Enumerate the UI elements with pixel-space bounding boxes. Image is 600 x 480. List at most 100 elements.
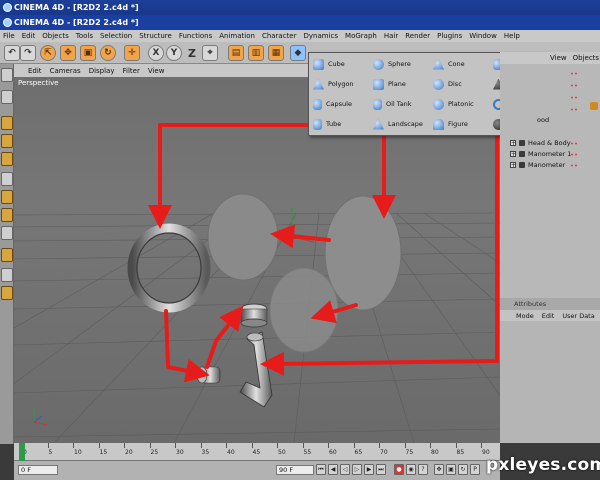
menu-window[interactable]: Window bbox=[469, 32, 497, 40]
menu-item-tube[interactable]: Tube bbox=[313, 115, 341, 133]
key-scale-icon[interactable]: ▣ bbox=[446, 464, 456, 475]
timeline-tick-mark bbox=[200, 443, 202, 448]
menu-plugins[interactable]: Plugins bbox=[437, 32, 462, 40]
key-rotation-icon[interactable]: ↻ bbox=[458, 464, 468, 475]
tag-icon[interactable] bbox=[590, 102, 598, 110]
document-icon bbox=[3, 18, 12, 27]
scale-tool-icon[interactable]: ▣ bbox=[80, 45, 96, 61]
use-model-icon[interactable] bbox=[1, 90, 13, 104]
axis-mode-icon[interactable] bbox=[1, 226, 13, 240]
render-picture-viewer-icon[interactable]: ▥ bbox=[248, 45, 264, 61]
menu-item-capsule[interactable]: Capsule bbox=[313, 95, 352, 113]
menu-character[interactable]: Character bbox=[262, 32, 297, 40]
attributes-menu-user-data[interactable]: User Data bbox=[562, 312, 594, 320]
timeline-playhead[interactable] bbox=[19, 443, 25, 461]
object-row[interactable]: ood bbox=[537, 115, 549, 125]
viewport-menu-view[interactable]: View bbox=[148, 67, 165, 75]
menu-functions[interactable]: Functions bbox=[179, 32, 212, 40]
autokey-icon[interactable]: ◉ bbox=[406, 464, 416, 475]
workplane-icon[interactable] bbox=[1, 190, 13, 204]
disc-icon bbox=[433, 78, 444, 90]
redo-icon[interactable]: ↷ bbox=[20, 45, 36, 61]
disc-object-1 bbox=[207, 193, 279, 281]
model-tool-icon[interactable]: ✛ bbox=[124, 45, 140, 61]
key-selection-icon[interactable]: ? bbox=[418, 464, 428, 475]
make-editable-icon[interactable] bbox=[1, 68, 13, 82]
menu-item-disc[interactable]: Disc bbox=[433, 75, 462, 93]
play-forward-icon[interactable]: ▷ bbox=[352, 464, 362, 475]
menu-item-polygon[interactable]: Polygon bbox=[313, 75, 354, 93]
menu-item-cone[interactable]: Cone bbox=[433, 55, 465, 73]
primitive-cube-icon[interactable]: ◆ bbox=[290, 45, 306, 61]
texture-mode-icon[interactable] bbox=[1, 208, 13, 222]
animation-mode-icon[interactable] bbox=[1, 248, 13, 262]
coordinate-system-icon[interactable]: ⌖ bbox=[202, 45, 218, 61]
polygons-mode-icon[interactable] bbox=[1, 152, 13, 166]
menu-structure[interactable]: Structure bbox=[139, 32, 172, 40]
menu-render[interactable]: Render bbox=[405, 32, 430, 40]
checker-icon[interactable] bbox=[1, 268, 13, 282]
viewport-menu-display[interactable]: Display bbox=[89, 67, 115, 75]
viewport-menu-cameras[interactable]: Cameras bbox=[50, 67, 81, 75]
snap-icon[interactable] bbox=[1, 172, 13, 186]
menu-item-plane[interactable]: Plane bbox=[373, 75, 406, 93]
menu-hair[interactable]: Hair bbox=[384, 32, 398, 40]
go-to-end-icon[interactable]: ⏭ bbox=[376, 464, 386, 475]
menu-item-oil-tank[interactable]: Oil Tank bbox=[373, 95, 412, 113]
points-mode-icon[interactable] bbox=[1, 116, 13, 130]
expand-icon[interactable]: + bbox=[510, 162, 516, 169]
timeline-tick-label: 15 bbox=[99, 449, 108, 456]
render-view-icon[interactable]: ▤ bbox=[228, 45, 244, 61]
object-manager-menu-view[interactable]: View bbox=[550, 54, 567, 62]
undo-icon[interactable]: ↶ bbox=[4, 45, 20, 61]
menu-tools[interactable]: Tools bbox=[76, 32, 93, 40]
expand-icon[interactable]: + bbox=[510, 140, 516, 147]
menu-item-sphere[interactable]: Sphere bbox=[373, 55, 411, 73]
attributes-menu-mode[interactable]: Mode bbox=[516, 312, 534, 320]
select-tool-icon[interactable]: ⇱ bbox=[40, 45, 56, 61]
soft-selection-icon[interactable] bbox=[1, 286, 13, 300]
menu-edit[interactable]: Edit bbox=[22, 32, 36, 40]
menu-mograph[interactable]: MoGraph bbox=[345, 32, 377, 40]
move-tool-icon[interactable]: ✥ bbox=[60, 45, 76, 61]
viewport-menu-edit[interactable]: Edit bbox=[28, 67, 42, 75]
object-row[interactable]: + Manometer 1 bbox=[510, 149, 571, 159]
attributes-menu-edit[interactable]: Edit bbox=[542, 312, 555, 320]
object-manager-menu-objects[interactable]: Objects bbox=[573, 54, 599, 62]
object-row[interactable]: + Manometer bbox=[510, 160, 565, 170]
menu-item-platonic[interactable]: Platonic bbox=[433, 95, 474, 113]
axis-z-button[interactable]: Z bbox=[184, 45, 200, 61]
menu-objects[interactable]: Objects bbox=[42, 32, 68, 40]
menu-help[interactable]: Help bbox=[504, 32, 520, 40]
timeline-tick-label: 30 bbox=[176, 449, 184, 456]
object-name: Manometer bbox=[528, 161, 566, 169]
expand-icon[interactable]: + bbox=[510, 151, 516, 158]
menu-animation[interactable]: Animation bbox=[219, 32, 255, 40]
render-settings-icon[interactable]: ▦ bbox=[268, 45, 284, 61]
current-frame-field[interactable]: 0 F bbox=[18, 465, 58, 475]
edges-mode-icon[interactable] bbox=[1, 134, 13, 148]
menu-item-landscape[interactable]: Landscape bbox=[373, 115, 423, 133]
menu-file[interactable]: File bbox=[3, 32, 15, 40]
menu-item-label: Figure bbox=[448, 120, 468, 128]
menu-item-label: Oil Tank bbox=[386, 100, 412, 108]
end-frame-field[interactable]: 90 F bbox=[276, 465, 314, 475]
menu-item-figure[interactable]: Figure bbox=[433, 115, 468, 133]
play-backward-icon[interactable]: ◁ bbox=[340, 464, 350, 475]
menu-dynamics[interactable]: Dynamics bbox=[304, 32, 339, 40]
key-position-icon[interactable]: ✥ bbox=[434, 464, 444, 475]
key-parameter-icon[interactable]: P bbox=[470, 464, 480, 475]
timeline-ruler[interactable]: 051015202530354045505560657075808590 bbox=[14, 443, 500, 461]
menu-selection[interactable]: Selection bbox=[100, 32, 132, 40]
cinema4d-window: CINEMA 4D - [R2D2 2.c4d *] CINEMA 4D - [… bbox=[0, 0, 600, 480]
go-to-start-icon[interactable]: ⏮ bbox=[316, 464, 326, 475]
axis-y-button[interactable]: Y bbox=[166, 45, 182, 61]
object-row[interactable]: + Head & Body bbox=[510, 138, 571, 148]
previous-key-icon[interactable]: ◀ bbox=[328, 464, 338, 475]
viewport-menu-filter[interactable]: Filter bbox=[123, 67, 140, 75]
rotate-tool-icon[interactable]: ↻ bbox=[100, 45, 116, 61]
axis-x-button[interactable]: X bbox=[148, 45, 164, 61]
record-icon[interactable]: ● bbox=[394, 464, 404, 475]
next-key-icon[interactable]: ▶ bbox=[364, 464, 374, 475]
menu-item-cube[interactable]: Cube bbox=[313, 55, 345, 73]
